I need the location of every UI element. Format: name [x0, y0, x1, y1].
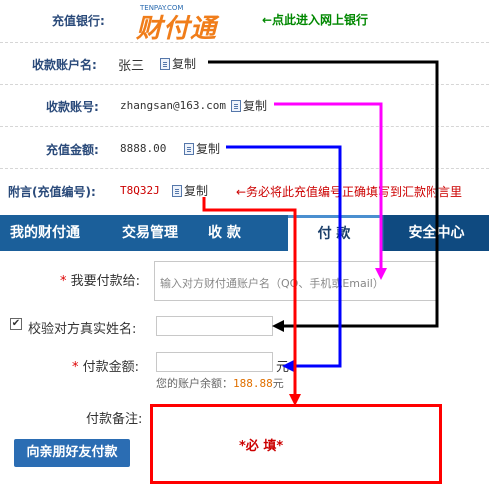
arrow-blue-head: [282, 360, 294, 372]
arrow-red: [202, 197, 297, 398]
arrow-black: [208, 60, 439, 328]
arrow-magenta-head: [375, 268, 387, 280]
annotation-arrows: [202, 60, 439, 406]
arrow-blue: [226, 145, 342, 368]
arrow-magenta: [274, 102, 383, 270]
arrow-red-head: [289, 394, 301, 406]
arrow-black-head: [272, 320, 284, 332]
